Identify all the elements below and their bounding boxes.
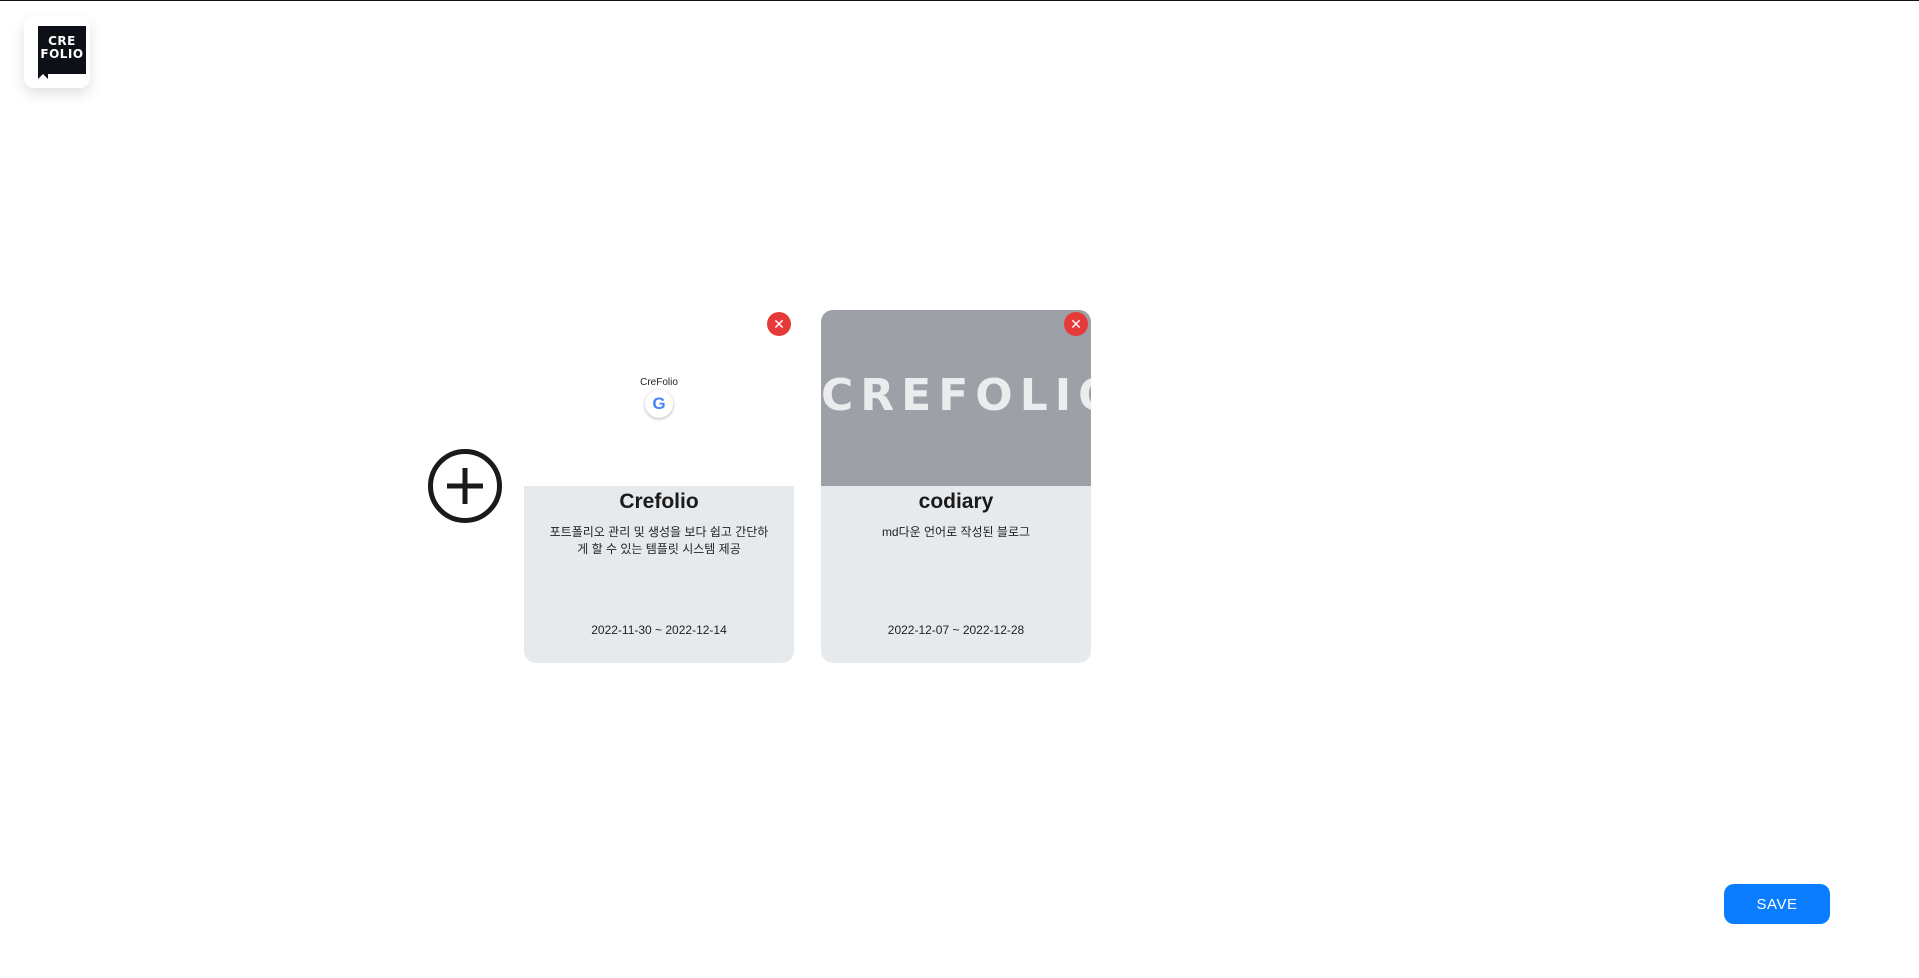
project-thumbnail: CreFolio G	[524, 310, 794, 486]
logo-container[interactable]: CRE FOLIO	[24, 16, 90, 88]
project-description: md다운 언어로 작성된 블로그	[881, 525, 1031, 539]
project-title: codiary	[918, 490, 994, 513]
project-thumbnail: CREFOLIO	[821, 310, 1091, 486]
delete-project-button[interactable]: ✕	[767, 312, 791, 336]
logo-line-2: FOLIO	[40, 47, 84, 61]
delete-project-button[interactable]: ✕	[1064, 312, 1088, 336]
project-title: Crefolio	[619, 490, 699, 513]
project-dates: 2022-12-07 ~ 2022-12-28	[887, 623, 1025, 637]
save-button[interactable]: SAVE	[1724, 884, 1830, 924]
project-dates: 2022-11-30 ~ 2022-12-14	[591, 623, 727, 637]
logo-bookmark-icon	[38, 74, 48, 79]
google-icon: G	[645, 390, 673, 418]
thumbnail-mini-title: CreFolio	[640, 377, 678, 388]
project-card-codiary[interactable]: CREFOLIO codiary md다운 언어로 작성된 블로그 2022-1…	[821, 310, 1091, 663]
crefolio-logo[interactable]: CRE FOLIO	[38, 26, 86, 74]
project-card-crefolio[interactable]: CreFolio G Crefolio 포트폴리오 관리 및 생성을 보다 쉽고…	[524, 310, 794, 663]
google-g-glyph: G	[652, 394, 666, 413]
project-description: 포트폴리오 관리 및 생성을 보다 쉽고 간단하게 할 수 있는 템플릿 시스템…	[549, 525, 769, 556]
thumbnail-brand-text: CREFOLIO	[821, 370, 1091, 421]
top-border	[0, 0, 1919, 1]
add-project-button[interactable]	[428, 449, 502, 523]
